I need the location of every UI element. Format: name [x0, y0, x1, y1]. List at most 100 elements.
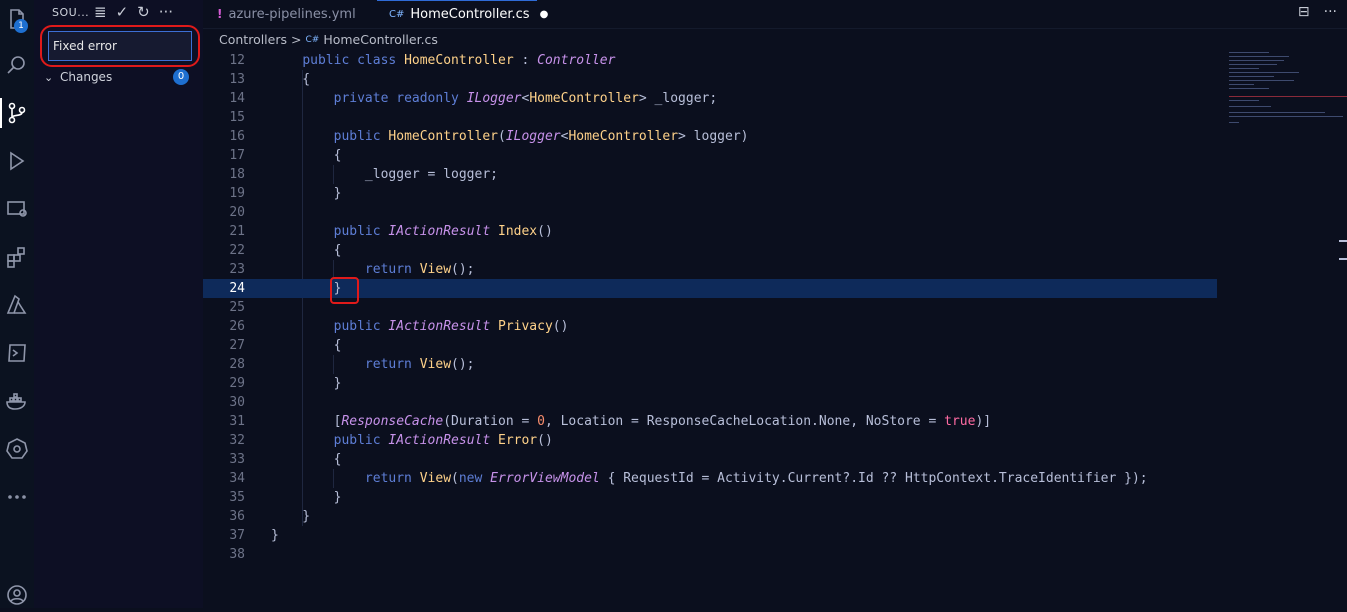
line-text: }: [271, 376, 342, 391]
code-line[interactable]: 21 public IActionResult Index(): [203, 222, 1217, 241]
line-number: 23: [229, 262, 245, 277]
yaml-file-icon: !: [217, 7, 223, 21]
docker-icon[interactable]: [0, 384, 34, 418]
code-line[interactable]: 36 }: [203, 507, 1217, 526]
code-line[interactable]: 14 private readonly ILogger<HomeControll…: [203, 89, 1217, 108]
code-line[interactable]: 33 {: [203, 450, 1217, 469]
tab-label: HomeController.cs: [410, 7, 530, 22]
code-line[interactable]: 12 public class HomeController : Control…: [203, 51, 1217, 70]
commit-check-icon[interactable]: ✓: [116, 3, 129, 21]
line-number: 17: [229, 148, 245, 163]
line-number: 29: [229, 376, 245, 391]
line-number: 38: [229, 547, 245, 562]
code-line[interactable]: 37}: [203, 526, 1217, 545]
line-text: }: [271, 186, 342, 201]
line-number: 28: [229, 357, 245, 372]
line-text: {: [271, 72, 311, 87]
line-number: 27: [229, 338, 245, 353]
explorer-icon[interactable]: 1: [0, 2, 34, 36]
code-line[interactable]: 22 {: [203, 241, 1217, 260]
source-control-icon[interactable]: [0, 96, 34, 130]
line-text: private readonly ILogger<HomeController>…: [333, 91, 718, 106]
line-number: 31: [229, 414, 245, 429]
scrollbar-marker: [1339, 258, 1347, 260]
editor-area: ! azure-pipelines.yml C# HomeController.…: [203, 0, 1347, 608]
code-line[interactable]: 29 }: [203, 374, 1217, 393]
line-text: return View();: [364, 357, 475, 372]
search-icon[interactable]: [0, 48, 34, 82]
line-number: 19: [229, 186, 245, 201]
minimap[interactable]: [1225, 50, 1347, 130]
code-line[interactable]: 16 public HomeController(ILogger<HomeCon…: [203, 127, 1217, 146]
breadcrumb: Controllers > C# HomeController.cs: [219, 32, 438, 47]
chevron-down-icon: ⌄: [44, 70, 54, 84]
code-line[interactable]: 19 }: [203, 184, 1217, 203]
line-number: 33: [229, 452, 245, 467]
line-text: public IActionResult Index(): [333, 224, 553, 239]
commit-message-input[interactable]: [49, 32, 191, 60]
commit-message-box: [48, 31, 192, 61]
line-number: 37: [229, 528, 245, 543]
line-number: 22: [229, 243, 245, 258]
code-line[interactable]: 28 return View();: [203, 355, 1217, 374]
remote-explorer-icon[interactable]: [0, 192, 34, 226]
code-line[interactable]: 13 {: [203, 70, 1217, 89]
more-icon[interactable]: [0, 480, 34, 514]
changes-group[interactable]: ⌄ Changes 0: [44, 68, 199, 86]
changes-count-badge: 0: [173, 69, 189, 85]
unsaved-dot-icon[interactable]: ●: [540, 9, 549, 20]
line-number: 34: [229, 471, 245, 486]
line-text: public class HomeController : Controller: [302, 53, 616, 68]
line-number: 15: [229, 110, 245, 125]
changes-label: Changes: [60, 70, 113, 84]
line-number: 21: [229, 224, 245, 239]
more-actions-icon[interactable]: ···: [159, 3, 173, 21]
more-actions-icon[interactable]: ···: [1324, 4, 1337, 20]
line-number: 25: [229, 300, 245, 315]
tab-bar: ! azure-pipelines.yml C# HomeController.…: [203, 0, 1347, 29]
editor-actions: ⊟ ···: [1298, 4, 1337, 20]
line-number: 24: [229, 281, 245, 296]
run-debug-icon[interactable]: [0, 144, 34, 178]
code-line[interactable]: 18 _logger = logger;: [203, 165, 1217, 184]
line-text: public IActionResult Privacy(): [333, 319, 569, 334]
code-line[interactable]: 31 [ResponseCache(Duration = 0, Location…: [203, 412, 1217, 431]
extensions-icon[interactable]: [0, 240, 34, 274]
csharp-file-icon: C#: [305, 34, 320, 45]
code-line[interactable]: 26 public IActionResult Privacy(): [203, 317, 1217, 336]
refresh-icon[interactable]: ↻: [137, 3, 150, 21]
terminal-icon[interactable]: [0, 336, 34, 370]
line-text: {: [271, 338, 342, 353]
code-line[interactable]: 34 return View(new ErrorViewModel { Requ…: [203, 469, 1217, 488]
line-number: 35: [229, 490, 245, 505]
line-text: public IActionResult Error(): [333, 433, 553, 448]
code-line[interactable]: 17 {: [203, 146, 1217, 165]
line-text: {: [271, 452, 342, 467]
tab-label: azure-pipelines.yml: [228, 6, 356, 22]
line-number: 26: [229, 319, 245, 334]
view-as-tree-icon[interactable]: ≣: [94, 3, 107, 21]
line-text: }: [271, 528, 279, 543]
breadcrumb-folder[interactable]: Controllers: [219, 32, 287, 47]
kubernetes-icon[interactable]: [0, 432, 34, 466]
source-control-panel: SOU... ≣ ✓ ↻ ··· ⌄ Changes 0: [34, 0, 203, 608]
code-line[interactable]: 30: [203, 393, 1217, 412]
split-editor-icon[interactable]: ⊟: [1298, 4, 1310, 20]
code-line[interactable]: 35 }: [203, 488, 1217, 507]
code-line[interactable]: 38: [203, 545, 1217, 564]
line-number: 36: [229, 509, 245, 524]
breadcrumb-file[interactable]: HomeController.cs: [323, 32, 438, 47]
activity-bar: 1: [0, 0, 34, 608]
scrollbar-marker: [1339, 240, 1347, 242]
code-line[interactable]: 27 {: [203, 336, 1217, 355]
code-line[interactable]: 32 public IActionResult Error(): [203, 431, 1217, 450]
line-text: return View();: [364, 262, 475, 277]
azure-icon[interactable]: [0, 288, 34, 322]
tab-homecontroller[interactable]: C# HomeController.cs ●: [377, 0, 548, 28]
accounts-icon[interactable]: [0, 578, 34, 612]
line-number: 16: [229, 129, 245, 144]
code-line[interactable]: 15: [203, 108, 1217, 127]
code-line[interactable]: 20: [203, 203, 1217, 222]
tab-azure-pipelines[interactable]: ! azure-pipelines.yml: [217, 0, 377, 28]
csharp-file-icon: C#: [389, 9, 405, 20]
